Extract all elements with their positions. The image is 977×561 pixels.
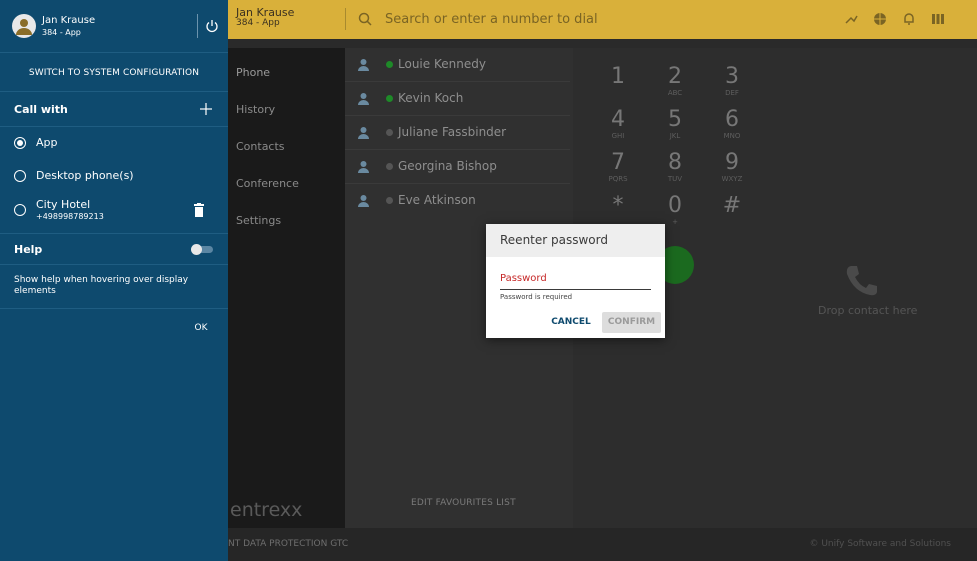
dialog-title: Reenter password bbox=[500, 233, 608, 247]
header-divider bbox=[197, 14, 198, 38]
dialpad-key-star[interactable]: * bbox=[598, 194, 638, 218]
favourite-contact[interactable]: Eve Atkinson bbox=[345, 184, 570, 218]
presence-offline-indicator bbox=[386, 163, 393, 170]
radio-button-checked[interactable] bbox=[14, 137, 26, 149]
nav-item-contacts[interactable]: Contacts bbox=[236, 140, 285, 153]
brand-logo-text: entrexx bbox=[230, 499, 302, 521]
drop-contact-hint: Drop contact here bbox=[818, 304, 918, 317]
search-input[interactable] bbox=[385, 9, 785, 29]
favourite-contact[interactable]: Louie Kennedy bbox=[345, 48, 570, 82]
call-option-number: +498998789213 bbox=[36, 212, 104, 221]
globe-icon[interactable] bbox=[872, 11, 888, 27]
power-icon[interactable] bbox=[205, 19, 219, 33]
topbar-user[interactable]: Jan Krause 384 - App bbox=[236, 7, 294, 29]
password-error-hint: Password is required bbox=[500, 293, 573, 301]
topbar-user-sub: 384 - App bbox=[236, 18, 280, 28]
add-device-icon[interactable] bbox=[199, 102, 213, 116]
person-icon bbox=[358, 59, 369, 71]
call-option-label: App bbox=[36, 136, 58, 149]
dialpad-key-3[interactable]: 3 DEF bbox=[712, 65, 752, 98]
presence-offline-indicator bbox=[386, 197, 393, 204]
help-title: Help bbox=[14, 243, 43, 256]
toggle-knob bbox=[191, 244, 202, 255]
presence-online-indicator bbox=[386, 61, 393, 68]
presence-online-indicator bbox=[386, 95, 393, 102]
nav-item-settings[interactable]: Settings bbox=[236, 214, 281, 227]
call-option-desktop-phones[interactable]: Desktop phone(s) bbox=[0, 160, 228, 193]
dialpad-key-8[interactable]: 8 TUV bbox=[655, 151, 695, 184]
topbar-divider bbox=[345, 8, 346, 30]
dialpad-key-4[interactable]: 4 GHI bbox=[598, 108, 638, 141]
grid-icon[interactable] bbox=[930, 11, 946, 27]
reenter-password-dialog: Reenter password Password Password is re… bbox=[486, 224, 665, 338]
footer-links[interactable]: NT DATA PROTECTION GTC bbox=[228, 539, 348, 549]
phone-icon bbox=[846, 266, 877, 296]
password-field[interactable] bbox=[500, 286, 651, 290]
call-option-label: City Hotel bbox=[36, 198, 91, 211]
favourite-contact[interactable]: Juliane Fassbinder bbox=[345, 116, 570, 150]
contact-name: Eve Atkinson bbox=[398, 193, 476, 207]
contact-name: Georgina Bishop bbox=[398, 159, 497, 173]
person-icon bbox=[358, 161, 369, 173]
dialpad-key-9[interactable]: 9 WXYZ bbox=[712, 151, 752, 184]
user-settings-drawer: Jan Krause 384 - App SWITCH TO SYSTEM CO… bbox=[0, 0, 228, 561]
edit-favourites-button[interactable]: EDIT FAVOURITES LIST bbox=[411, 498, 516, 508]
call-forward-icon[interactable] bbox=[843, 11, 859, 27]
footer-copyright: © Unify Software and Solutions bbox=[809, 539, 951, 549]
trash-icon[interactable] bbox=[193, 203, 205, 217]
contact-name: Kevin Koch bbox=[398, 91, 464, 105]
dialpad-key-0[interactable]: 0 + bbox=[655, 194, 695, 227]
confirm-button[interactable]: CONFIRM bbox=[602, 312, 661, 333]
search-icon bbox=[358, 12, 372, 26]
brand-logo: entrexx bbox=[230, 499, 302, 521]
dialpad-key-5[interactable]: 5 JKL bbox=[655, 108, 695, 141]
dialpad-key-6[interactable]: 6 MNO bbox=[712, 108, 752, 141]
call-with-header: Call with bbox=[0, 93, 228, 127]
dialpad-key-7[interactable]: 7 PQRS bbox=[598, 151, 638, 184]
nav-item-history[interactable]: History bbox=[236, 103, 275, 116]
presence-offline-indicator bbox=[386, 129, 393, 136]
contact-name: Juliane Fassbinder bbox=[398, 125, 507, 139]
dialog-header: Reenter password bbox=[486, 224, 665, 257]
radio-button[interactable] bbox=[14, 170, 26, 182]
radio-button[interactable] bbox=[14, 204, 26, 216]
dialpad-key-hash[interactable]: # bbox=[712, 194, 752, 218]
call-with-title: Call with bbox=[14, 103, 68, 116]
bell-icon[interactable] bbox=[901, 11, 917, 27]
favourite-contact[interactable]: Georgina Bishop bbox=[345, 150, 570, 184]
drawer-user-name: Jan Krause bbox=[42, 15, 96, 26]
divider bbox=[0, 308, 228, 309]
help-row: Help bbox=[0, 233, 228, 265]
drawer-header: Jan Krause 384 - App bbox=[0, 0, 228, 53]
main-navigation: Phone History Contacts Conference Settin… bbox=[228, 48, 345, 528]
favourite-contact[interactable]: Kevin Koch bbox=[345, 82, 570, 116]
help-toggle[interactable] bbox=[191, 244, 213, 255]
dialpad-key-1[interactable]: 1 bbox=[598, 65, 638, 89]
nav-item-conference[interactable]: Conference bbox=[236, 177, 299, 190]
nav-item-phone[interactable]: Phone bbox=[236, 66, 270, 79]
dialpad-key-2[interactable]: 2 ABC bbox=[655, 65, 695, 98]
person-icon bbox=[358, 195, 369, 207]
call-option-app[interactable]: App bbox=[0, 127, 228, 160]
cancel-button[interactable]: CANCEL bbox=[550, 313, 592, 331]
ok-button[interactable]: OK bbox=[188, 320, 214, 336]
switch-to-system-configuration-button[interactable]: SWITCH TO SYSTEM CONFIGURATION bbox=[0, 54, 228, 92]
person-icon bbox=[358, 93, 369, 105]
password-label: Password bbox=[500, 273, 547, 284]
help-description: Show help when hovering over display ele… bbox=[14, 275, 189, 296]
call-option-label: Desktop phone(s) bbox=[36, 169, 134, 182]
person-icon bbox=[358, 127, 369, 139]
drawer-user-sub: 384 - App bbox=[42, 28, 81, 37]
user-avatar-icon bbox=[16, 19, 32, 35]
contact-name: Louie Kennedy bbox=[398, 57, 486, 71]
avatar bbox=[12, 14, 36, 38]
topbar-user-name: Jan Krause bbox=[236, 6, 295, 19]
